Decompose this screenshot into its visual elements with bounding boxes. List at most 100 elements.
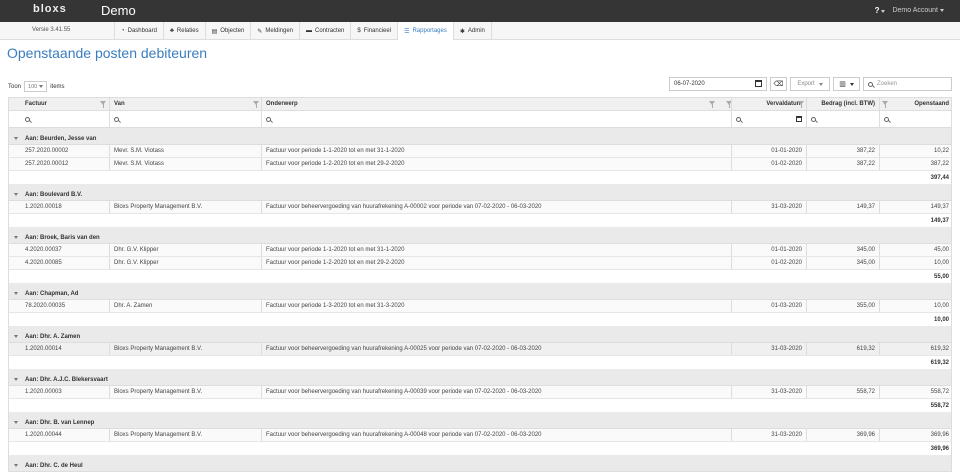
group-header[interactable]: Aan: Dhr. A.J.C. Blekersvaart bbox=[8, 374, 952, 386]
table-row[interactable]: 1.2020.00014 Bloxs Property Management B.… bbox=[8, 343, 952, 356]
filter-icon[interactable] bbox=[798, 101, 804, 108]
group-total-row: 369,96 bbox=[8, 442, 952, 455]
search-input[interactable]: Zoeken bbox=[863, 77, 952, 91]
group-header[interactable]: Aan: Dhr. B. van Lennep bbox=[8, 417, 952, 429]
table-row[interactable]: 4.2020.00037 Dhr. G.V. Klipper Factuur voo… bbox=[8, 244, 952, 257]
clear-button[interactable]: ⌫ bbox=[770, 77, 787, 91]
chevron-down-icon[interactable] bbox=[14, 193, 18, 196]
help-menu[interactable]: ? bbox=[875, 6, 886, 15]
nav-item-objecten[interactable]: ▤ Objecten bbox=[204, 22, 251, 40]
cell-vervaldatum: 01-01-2020 bbox=[731, 145, 806, 157]
cell-factuur[interactable]: 4.2020.00085 bbox=[21, 257, 109, 269]
nav-item-dashboard[interactable]: ◔ Dashboard bbox=[114, 22, 163, 40]
chevron-down-icon[interactable] bbox=[14, 378, 18, 381]
filter-onderwerp[interactable] bbox=[261, 111, 731, 127]
eraser-icon: ⌫ bbox=[773, 81, 784, 88]
export-button[interactable]: Export bbox=[790, 77, 830, 91]
table-row[interactable]: 1.2020.00003 Bloxs Property Management B.… bbox=[8, 386, 952, 399]
page-size-select[interactable]: 100 bbox=[24, 81, 48, 92]
cell-factuur[interactable]: 257.2020.00002 bbox=[21, 145, 109, 157]
column-header-bedrag[interactable]: Bedrag (incl. BTW) bbox=[806, 98, 879, 110]
column-header-factuur[interactable]: Factuur bbox=[21, 98, 109, 110]
group-header[interactable]: Aan: Dhr. A. Zamen bbox=[8, 331, 952, 343]
date-input[interactable]: 06-07-2020 bbox=[669, 77, 767, 91]
chevron-down-icon[interactable] bbox=[14, 236, 18, 239]
search-icon bbox=[884, 116, 889, 122]
group-title: Aan: Dhr. A. Zamen bbox=[25, 333, 81, 340]
group-title: Aan: Broek, Baris van den bbox=[25, 234, 100, 241]
group-header[interactable]: Aan: Beurden, Jesse van bbox=[8, 133, 952, 145]
chevron-down-icon bbox=[940, 8, 944, 12]
nav-item-rapportages[interactable]: ☰ Rapportages bbox=[397, 22, 453, 40]
group-header[interactable]: Aan: Chapman, Ad bbox=[8, 288, 952, 300]
column-header-openstaand[interactable]: Openstaand bbox=[879, 98, 953, 110]
group-title: Aan: Chapman, Ad bbox=[25, 290, 79, 297]
nav-item-label: Contracten bbox=[315, 28, 345, 34]
nav-item-contracten[interactable]: ▬ Contracten bbox=[299, 22, 350, 40]
column-header-vervaldatum[interactable]: Vervaldatum bbox=[731, 98, 806, 110]
group-header[interactable]: Aan: Dhr. C. de Heul bbox=[8, 460, 952, 472]
chevron-down-icon[interactable] bbox=[14, 137, 18, 140]
search-icon bbox=[811, 116, 816, 122]
table-row[interactable]: 4.2020.00085 Dhr. G.V. Klipper Factuur voo… bbox=[8, 257, 952, 270]
nav-item-label: Rapportages bbox=[412, 28, 447, 34]
group-header[interactable]: Aan: Broek, Baris van den bbox=[8, 232, 952, 244]
chevron-down-icon[interactable] bbox=[14, 335, 18, 338]
filter-van[interactable] bbox=[109, 111, 261, 127]
filter-icon[interactable] bbox=[100, 101, 106, 108]
column-header-onderwerp[interactable]: Onderwerp bbox=[261, 98, 731, 110]
cell-factuur[interactable]: 257.2020.00012 bbox=[21, 158, 109, 170]
top-bar: bloxs Demo ? Demo Account bbox=[0, 0, 960, 22]
search-icon bbox=[25, 116, 30, 122]
items-label: items bbox=[50, 83, 65, 90]
table-row[interactable]: 78.2020.00035 Dhr. A. Zamen Factuur voor p… bbox=[8, 300, 952, 313]
cell-openstaand: 369,96 bbox=[879, 429, 953, 441]
chevron-down-icon bbox=[881, 9, 886, 13]
cell-van: Dhr. G.V. Klipper bbox=[109, 244, 261, 256]
folder-icon: ▬ bbox=[306, 28, 313, 34]
chevron-down-icon[interactable] bbox=[14, 464, 18, 467]
cell-van: Dhr. A. Zamen bbox=[109, 300, 261, 312]
cell-bedrag: 345,00 bbox=[806, 244, 879, 256]
cell-factuur[interactable]: 1.2020.00014 bbox=[21, 343, 109, 355]
cell-factuur[interactable]: 1.2020.00018 bbox=[21, 201, 109, 213]
calendar-icon[interactable] bbox=[755, 80, 762, 87]
cell-onderwerp: Factuur voor periode 1-2-2020 tot en met… bbox=[261, 257, 731, 269]
nav-item-relaties[interactable]: ♣ Relaties bbox=[162, 22, 205, 40]
cell-factuur[interactable]: 78.2020.00035 bbox=[21, 300, 109, 312]
account-menu[interactable]: Demo Account bbox=[892, 7, 944, 14]
calendar-icon[interactable] bbox=[796, 116, 802, 122]
table-row[interactable]: 1.2020.00018 Bloxs Property Management B.… bbox=[8, 201, 952, 214]
cell-onderwerp: Factuur voor beheervergoeding van huuraf… bbox=[261, 429, 731, 441]
cell-factuur[interactable]: 1.2020.00044 bbox=[21, 429, 109, 441]
filter-icon[interactable] bbox=[709, 101, 715, 108]
cell-van: Bloxs Property Management B.V. bbox=[109, 429, 261, 441]
table-row[interactable]: 257.2020.00012 Mevr. S.M. Viotass Factuur … bbox=[8, 158, 952, 171]
group-header[interactable]: Aan: Boulevard B.V. bbox=[8, 189, 952, 201]
cell-vervaldatum: 31-03-2020 bbox=[731, 429, 806, 441]
objecten-icon: ▤ bbox=[211, 28, 218, 35]
filter-openstaand[interactable] bbox=[879, 111, 953, 127]
filter-factuur[interactable] bbox=[21, 111, 109, 127]
column-header-van[interactable]: Van bbox=[109, 98, 261, 110]
nav-item-meldingen[interactable]: ✎ Meldingen bbox=[250, 22, 299, 40]
chevron-down-icon[interactable] bbox=[14, 421, 18, 424]
group-total: 55,00 bbox=[933, 273, 949, 280]
app-logo[interactable]: bloxs bbox=[33, 3, 67, 15]
cell-bedrag: 558,72 bbox=[806, 386, 879, 398]
filter-vervaldatum[interactable] bbox=[731, 111, 806, 127]
nav-item-admin[interactable]: ✱ Admin bbox=[452, 22, 492, 40]
table-row[interactable]: 1.2020.00044 Bloxs Property Management B.… bbox=[8, 429, 952, 442]
cell-factuur[interactable]: 1.2020.00003 bbox=[21, 386, 109, 398]
nav-item-financieel[interactable]: $ Financieel bbox=[350, 22, 397, 40]
cell-factuur[interactable]: 4.2020.00037 bbox=[21, 244, 109, 256]
columns-button[interactable]: ▥ bbox=[833, 77, 860, 91]
cell-van: Bloxs Property Management B.V. bbox=[109, 201, 261, 213]
filter-icon[interactable] bbox=[253, 101, 259, 108]
filter-row bbox=[8, 111, 952, 128]
page-size-control: Toon 100 items bbox=[8, 81, 65, 92]
chevron-down-icon[interactable] bbox=[14, 292, 18, 295]
filter-bedrag[interactable] bbox=[806, 111, 879, 127]
table-header: Factuur Van Onderwerp Vervaldatum Bedrag… bbox=[8, 97, 952, 111]
table-row[interactable]: 257.2020.00002 Mevr. S.M. Viotass Factuur … bbox=[8, 145, 952, 158]
